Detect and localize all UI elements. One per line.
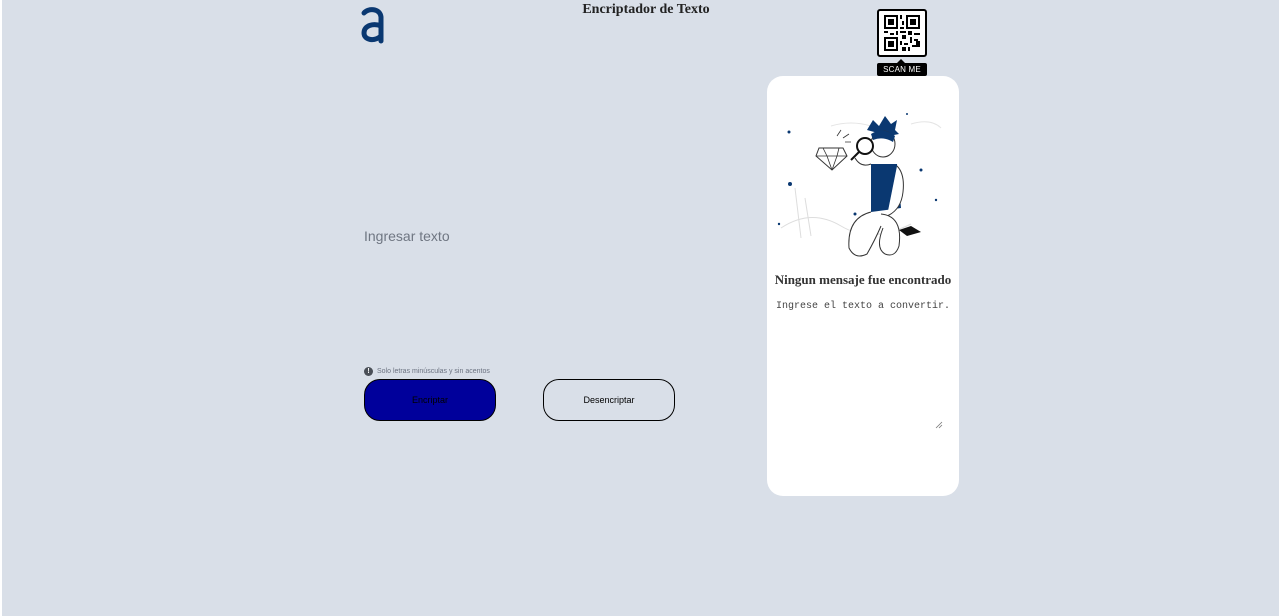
- page-title: Encriptador de Texto: [582, 2, 710, 17]
- empty-message-subtitle: Ingrese el texto a convertir.: [775, 301, 951, 312]
- page-edge: [0, 0, 2, 616]
- qr-scan-label: SCAN ME: [877, 63, 927, 76]
- qr-code-frame: [877, 9, 927, 57]
- encrypt-button[interactable]: Encriptar: [364, 379, 496, 421]
- info-icon: !: [364, 366, 373, 376]
- qr-code-icon: [884, 15, 920, 51]
- person-with-magnifier-illustration: [777, 113, 942, 257]
- alura-logo-icon: [361, 7, 384, 44]
- qr-code[interactable]: SCAN ME: [876, 8, 928, 78]
- decrypt-button[interactable]: Desencriptar: [543, 379, 675, 421]
- output-panel: Ningun mensaje fue encontrado Ingrese el…: [767, 76, 959, 496]
- text-input[interactable]: [364, 228, 734, 348]
- empty-message-title: Ningun mensaje fue encontrado: [774, 272, 952, 287]
- hint-text: Solo letras minúsculas y sin acentos: [377, 367, 490, 375]
- input-hint: ! Solo letras minúsculas y sin acentos: [364, 365, 490, 377]
- resize-grip-icon[interactable]: [935, 421, 943, 429]
